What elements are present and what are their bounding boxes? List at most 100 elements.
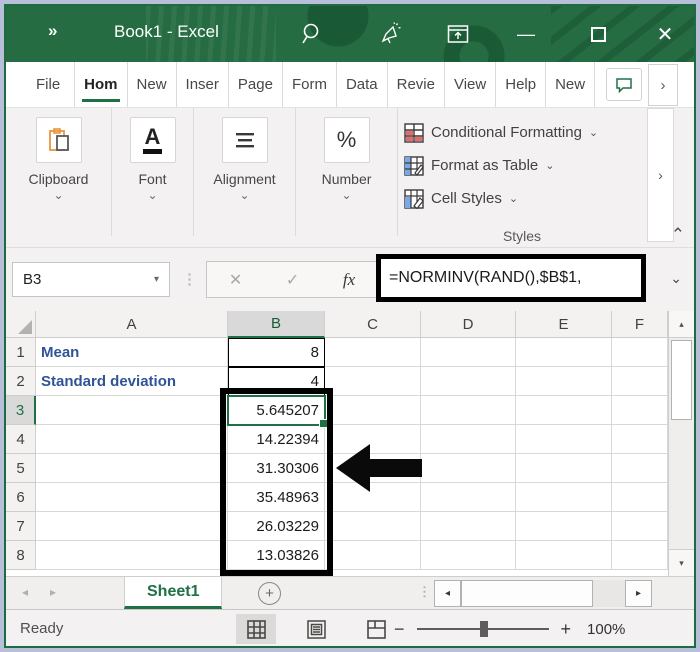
cell-a2[interactable]: Standard deviation — [36, 367, 228, 396]
font-button[interactable]: A — [130, 117, 176, 163]
row-header-5[interactable]: 5 — [6, 454, 36, 483]
cell-e2[interactable] — [516, 367, 612, 396]
number-group[interactable]: % Number ⌄ — [296, 108, 398, 236]
cell-f4[interactable] — [612, 425, 668, 454]
comments-button[interactable] — [606, 68, 642, 101]
cell-a1[interactable]: Mean — [36, 338, 228, 367]
cell-f2[interactable] — [612, 367, 668, 396]
format-as-table-button[interactable]: Format as Table ⌄ — [404, 149, 598, 182]
collapse-ribbon-icon[interactable]: ⌃ — [671, 225, 685, 245]
tab-data-6[interactable]: Data — [337, 62, 388, 107]
cell-c1[interactable] — [325, 338, 421, 367]
cell-c8[interactable] — [325, 541, 421, 570]
normal-view-button[interactable] — [236, 614, 276, 644]
column-header-c[interactable]: C — [325, 311, 421, 338]
tab-revie-7[interactable]: Revie — [388, 62, 445, 107]
number-chevron-icon[interactable]: ⌄ — [341, 188, 351, 202]
close-button[interactable]: ✕ — [651, 20, 679, 48]
alignment-button[interactable] — [222, 117, 268, 163]
column-header-a[interactable]: A — [36, 311, 228, 338]
clipboard-button[interactable] — [36, 117, 82, 163]
cells-area[interactable]: ABCDEF1Mean82Standard deviation435.64520… — [6, 311, 668, 570]
minimize-button[interactable]: — — [512, 20, 540, 48]
coming-soon-megaphone-icon[interactable] — [376, 20, 404, 48]
name-box[interactable]: B3 ▾ — [12, 262, 170, 297]
clipboard-group[interactable]: Clipboard ⌄ — [6, 108, 112, 236]
cell-e1[interactable] — [516, 338, 612, 367]
cell-e8[interactable] — [516, 541, 612, 570]
vertical-scroll-thumb[interactable] — [671, 340, 692, 420]
cell-e3[interactable] — [516, 396, 612, 425]
scroll-down-icon[interactable]: ▾ — [669, 549, 694, 576]
cell-f7[interactable] — [612, 512, 668, 541]
row-header-6[interactable]: 6 — [6, 483, 36, 512]
name-box-dropdown-icon[interactable]: ▾ — [154, 274, 159, 285]
scroll-up-icon[interactable]: ▴ — [669, 311, 694, 338]
tab-new-10[interactable]: New — [546, 62, 595, 107]
cell-d4[interactable] — [421, 425, 516, 454]
formula-input-annotation-box[interactable]: =NORMINV(RAND(),$B$1, — [376, 254, 646, 302]
next-sheet-icon[interactable]: ▸ — [50, 585, 78, 599]
row-header-8[interactable]: 8 — [6, 541, 36, 570]
insert-function-icon[interactable]: fx — [343, 270, 355, 290]
column-header-f[interactable]: F — [612, 311, 668, 338]
clipboard-chevron-icon[interactable]: ⌄ — [53, 188, 63, 202]
page-layout-view-button[interactable] — [296, 614, 336, 644]
prev-sheet-icon[interactable]: ◂ — [22, 585, 50, 599]
scroll-right-icon[interactable]: ▸ — [625, 580, 652, 607]
horizontal-scrollbar[interactable]: ◂ ▸ — [434, 580, 652, 607]
column-header-d[interactable]: D — [421, 311, 516, 338]
enter-icon[interactable]: ✓ — [286, 270, 299, 290]
cell-d2[interactable] — [421, 367, 516, 396]
cell-f8[interactable] — [612, 541, 668, 570]
alignment-chevron-icon[interactable]: ⌄ — [239, 188, 249, 202]
tab-view-8[interactable]: View — [445, 62, 496, 107]
tab-inser-3[interactable]: Inser — [177, 62, 229, 107]
cell-a4[interactable] — [36, 425, 228, 454]
zoom-slider-thumb[interactable] — [480, 621, 488, 637]
scroll-left-icon[interactable]: ◂ — [434, 580, 461, 607]
row-header-1[interactable]: 1 — [6, 338, 36, 367]
cell-a8[interactable] — [36, 541, 228, 570]
font-group[interactable]: A Font ⌄ — [112, 108, 194, 236]
cell-c3[interactable] — [325, 396, 421, 425]
cell-d8[interactable] — [421, 541, 516, 570]
cell-d5[interactable] — [421, 454, 516, 483]
cell-a7[interactable] — [36, 512, 228, 541]
tab-page-4[interactable]: Page — [229, 62, 283, 107]
cell-f1[interactable] — [612, 338, 668, 367]
column-header-b[interactable]: B — [228, 311, 325, 338]
cell-d7[interactable] — [421, 512, 516, 541]
tab-hom-1[interactable]: Hom — [75, 62, 127, 107]
cell-d6[interactable] — [421, 483, 516, 512]
more-tabs-button[interactable]: › — [648, 64, 678, 106]
alignment-group[interactable]: Alignment ⌄ — [194, 108, 296, 236]
cell-d3[interactable] — [421, 396, 516, 425]
cell-b1[interactable]: 8 — [228, 338, 325, 367]
new-sheet-button[interactable]: + — [258, 582, 281, 605]
cell-a3[interactable] — [36, 396, 228, 425]
row-header-4[interactable]: 4 — [6, 425, 36, 454]
row-header-2[interactable]: 2 — [6, 367, 36, 396]
worksheet-grid[interactable]: ABCDEF1Mean82Standard deviation435.64520… — [6, 311, 694, 576]
ribbon-more-button[interactable]: › — [647, 108, 674, 242]
cell-e6[interactable] — [516, 483, 612, 512]
zoom-in-icon[interactable]: + — [561, 619, 572, 640]
sheetbar-separator[interactable]: ⋮ — [418, 584, 431, 600]
tab-file-0[interactable]: File — [22, 62, 75, 107]
row-header-7[interactable]: 7 — [6, 512, 36, 541]
cell-e4[interactable] — [516, 425, 612, 454]
cell-e5[interactable] — [516, 454, 612, 483]
cell-c2[interactable] — [325, 367, 421, 396]
cell-styles-button[interactable]: Cell Styles ⌄ — [404, 182, 598, 215]
number-button[interactable]: % — [324, 117, 370, 163]
cell-f3[interactable] — [612, 396, 668, 425]
sheet-nav-arrows[interactable]: ◂▸ — [22, 585, 78, 599]
tab-help-9[interactable]: Help — [496, 62, 546, 107]
search-icon[interactable] — [298, 20, 326, 48]
cell-c7[interactable] — [325, 512, 421, 541]
ribbon-display-options-icon[interactable] — [444, 20, 472, 48]
row-header-3[interactable]: 3 — [6, 396, 36, 425]
zoom-out-icon[interactable]: − — [394, 619, 405, 640]
page-break-preview-button[interactable] — [356, 614, 396, 644]
